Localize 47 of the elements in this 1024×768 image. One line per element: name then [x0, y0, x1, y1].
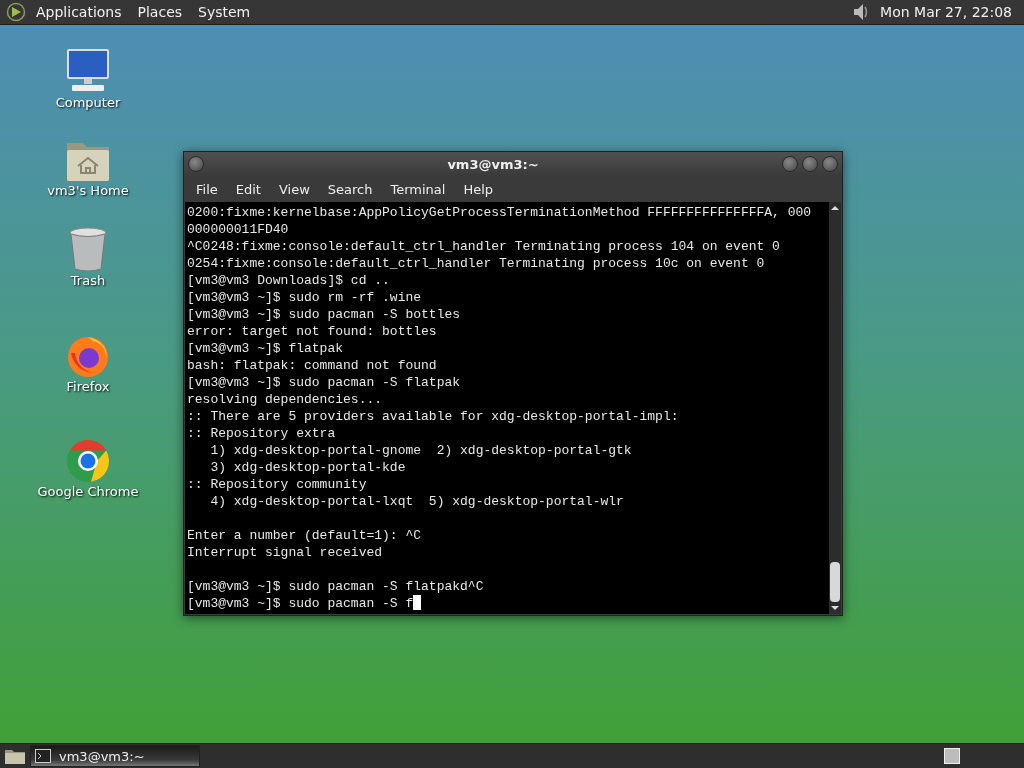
- terminal-line: [vm3@vm3 ~]$ sudo pacman -S bottles: [187, 306, 462, 323]
- menu-item[interactable]: Edit: [227, 179, 269, 199]
- menu-item[interactable]: File: [188, 179, 226, 199]
- terminal-line: error: target not found: bottles: [187, 323, 438, 340]
- window-menu-button[interactable]: [188, 156, 204, 172]
- terminal-line: 000000011FD40: [187, 221, 290, 238]
- terminal-line: Interrupt signal received: [187, 544, 384, 561]
- chrome-icon: [65, 438, 111, 484]
- terminal-icon: [35, 749, 51, 763]
- terminal-line: [vm3@vm3 ~]$ sudo pacman -S f: [187, 595, 827, 612]
- maximize-button[interactable]: [802, 156, 818, 172]
- terminal-line: :: There are 5 providers available for xdg-desktop-portal-impl:: [187, 408, 680, 425]
- terminal-line: 0254:fixme:console:default_ctrl_handler Terminating process 10c on event 0: [187, 255, 766, 272]
- terminal-line: [vm3@vm3 ~]$ flatpak: [187, 340, 345, 357]
- trash-icon: [68, 227, 108, 273]
- terminal-line: [vm3@vm3 ~]$ sudo pacman -S flatpakd^C: [187, 578, 485, 595]
- scrollbar-thumb[interactable]: [830, 562, 840, 602]
- icon-label[interactable]: Computer: [55, 95, 121, 110]
- terminal-line: ^C0248:fixme:console:default_ctrl_handler Terminating process 104 on event 0: [187, 238, 781, 255]
- taskbar-button[interactable]: vm3@vm3:~: [30, 745, 200, 767]
- menu-item[interactable]: Help: [455, 179, 502, 199]
- terminal-line: resolving dependencies...: [187, 391, 384, 408]
- panel-menu[interactable]: Applications: [30, 2, 128, 22]
- terminal-line: [vm3@vm3 Downloads]$ cd ..: [187, 272, 391, 289]
- show-desktop-icon[interactable]: [4, 747, 26, 765]
- window-title: vm3@vm3:~: [446, 156, 540, 172]
- menu-item[interactable]: Terminal: [382, 179, 454, 199]
- minimize-button[interactable]: [782, 156, 798, 172]
- terminal-line: bash: flatpak: command not found: [187, 357, 438, 374]
- panel-menu[interactable]: System: [192, 2, 257, 22]
- panel-menu[interactable]: Places: [131, 2, 189, 22]
- terminal-line: Enter a number (default=1): ^C: [187, 527, 423, 544]
- close-button[interactable]: [822, 156, 838, 172]
- terminal-line: 1) xdg-desktop-portal-gnome 2) xdg-desktop-portal-gtk: [209, 442, 633, 459]
- terminal-line: 3) xdg-desktop-portal-kde: [209, 459, 407, 476]
- terminal-line: :: Repository extra: [187, 425, 337, 442]
- clock[interactable]: Mon Mar 27, 22:08: [874, 4, 1018, 20]
- terminal-line: 4) xdg-desktop-portal-lxqt 5) xdg-desktop-portal-wlr: [209, 493, 625, 510]
- terminal-line: 0200:fixme:kernelbase:AppPolicyGetProcessTerminationMethod FFFFFFFFFFFFFFFA, 000: [187, 204, 813, 221]
- menu-item[interactable]: Search: [319, 179, 381, 199]
- terminal-line: [vm3@vm3 ~]$ sudo pacman -S flatpak: [187, 374, 462, 391]
- menu-logo-icon[interactable]: [6, 2, 26, 22]
- menu-item[interactable]: View: [270, 179, 318, 199]
- terminal-line: :: Repository community: [187, 476, 368, 493]
- workspace-switcher[interactable]: [944, 748, 960, 764]
- terminal-line: [vm3@vm3 ~]$ sudo rm -rf .wine: [187, 289, 423, 306]
- scrollbar[interactable]: [829, 202, 841, 614]
